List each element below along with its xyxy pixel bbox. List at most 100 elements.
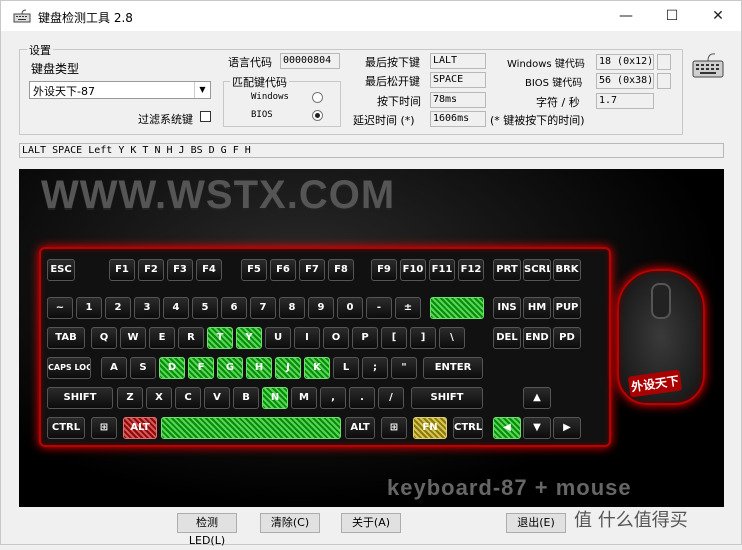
match-windows-radio[interactable] (312, 92, 323, 103)
key-f-11: F12 (458, 259, 484, 281)
minimize-button[interactable]: — (603, 1, 649, 31)
key-hm: HM (523, 297, 551, 319)
key-a-2: D (159, 357, 185, 379)
chevron-down-icon: ▼ (194, 82, 210, 98)
key-a-8: L (333, 357, 359, 379)
last-release-label: 最后松开键 (365, 75, 420, 88)
key-pd: PD (553, 327, 581, 349)
key-q-11: ] (410, 327, 436, 349)
windows-code-label: Windows 键代码 (507, 59, 585, 70)
key-q-0: Q (91, 327, 117, 349)
key-a-3: F (188, 357, 214, 379)
exit-button[interactable]: 退出(E) (506, 513, 566, 533)
filter-system-keys-checkbox[interactable] (200, 111, 211, 122)
key-q-5: Y (236, 327, 262, 349)
key-q-2: E (149, 327, 175, 349)
key-a-0: A (101, 357, 127, 379)
key-num-5: 5 (192, 297, 218, 319)
key-a-1: S (130, 357, 156, 379)
key-f-9: F10 (400, 259, 426, 281)
key-f-2: F3 (167, 259, 193, 281)
key-a-7: K (304, 357, 330, 379)
key-num-1: 1 (76, 297, 102, 319)
window-title: 键盘检测工具 2.8 (38, 11, 133, 25)
maximize-button[interactable]: ☐ (649, 1, 695, 31)
keyboard-type-value: 外设天下-87 (33, 85, 95, 98)
windows-code-indicator (657, 54, 671, 70)
key-num-3: 3 (134, 297, 160, 319)
about-button[interactable]: 关于(A) (341, 513, 401, 533)
key-f-5: F6 (270, 259, 296, 281)
key-num-11: - (366, 297, 392, 319)
key-space (161, 417, 341, 439)
match-windows-label: Windows (251, 92, 289, 102)
close-button[interactable]: ✕ (695, 1, 741, 31)
key-tab: TAB (47, 327, 85, 349)
keyboard-icon (692, 53, 724, 78)
cps-label: 字符 / 秒 (536, 96, 580, 109)
mouse-panel: 外设天下 (617, 269, 705, 405)
match-bios-radio[interactable] (312, 110, 323, 121)
key-num-12: ± (395, 297, 421, 319)
last-release-field: SPACE (430, 72, 486, 88)
keyboard-visualization: WWW.WSTX.COM keyboard-87 + mouse 外设天下 ES… (19, 169, 724, 507)
key-q-4: T (207, 327, 233, 349)
key-fn: FN (413, 417, 447, 439)
match-bios-label: BIOS (251, 110, 273, 120)
key-z-2: C (175, 387, 201, 409)
key-num-6: 6 (221, 297, 247, 319)
delay-field: 1606ms (430, 111, 486, 127)
mouse-wheel-icon (651, 283, 671, 319)
key-num-2: 2 (105, 297, 131, 319)
key-f-4: F5 (241, 259, 267, 281)
key-q-12: \ (439, 327, 465, 349)
brand-banner: WWW.WSTX.COM (41, 173, 396, 217)
key-a-4: G (217, 357, 243, 379)
key-q-1: W (120, 327, 146, 349)
key-del: DEL (493, 327, 521, 349)
key-scr: SCRL (523, 259, 551, 281)
filter-system-keys-label: 过滤系统键 (138, 113, 193, 126)
main-window: 键盘检测工具 2.8 — ☐ ✕ 设置 键盘类型 外设天下-87 ▼ 过滤系统键… (0, 0, 742, 547)
key-f-7: F8 (328, 259, 354, 281)
key-caps: CAPS LOCK (47, 357, 91, 379)
key-end: END (523, 327, 551, 349)
keyboard-type-select[interactable]: 外设天下-87 ▼ (29, 81, 211, 99)
key-esc: ESC (47, 259, 75, 281)
detect-led-button[interactable]: 检测LED(L) (177, 513, 237, 547)
bios-code-field: 56 (0x38) (596, 73, 654, 89)
key-f-3: F4 (196, 259, 222, 281)
key-num-10: 0 (337, 297, 363, 319)
key-alt: ALT (345, 417, 375, 439)
match-code-label: 匹配键代码 (230, 74, 289, 90)
key-ctrl: CTRL (47, 417, 85, 439)
delay-label: 延迟时间 (*) (353, 114, 415, 127)
key-a-9: ; (362, 357, 388, 379)
key-z-5: N (262, 387, 288, 409)
key-f-8: F9 (371, 259, 397, 281)
key-ins: INS (493, 297, 521, 319)
title-bar: 键盘检测工具 2.8 — ☐ ✕ (1, 1, 741, 31)
press-time-label: 按下时间 (377, 95, 421, 108)
key-up: ▲ (523, 387, 551, 409)
clear-button[interactable]: 清除(C) (260, 513, 320, 533)
key-q-8: O (323, 327, 349, 349)
key-num-4: 4 (163, 297, 189, 319)
model-banner: keyboard-87 + mouse (387, 475, 632, 500)
key-shift: SHIFT (47, 387, 113, 409)
last-press-field: LALT (430, 53, 486, 69)
key-enter: ENTER (423, 357, 483, 379)
cps-field: 1.7 (596, 93, 654, 109)
key-a-10: " (391, 357, 417, 379)
mouse-logo: 外设天下 (627, 369, 683, 398)
key-q-10: [ (381, 327, 407, 349)
key-f-1: F2 (138, 259, 164, 281)
key-f-10: F11 (429, 259, 455, 281)
key-q-9: P (352, 327, 378, 349)
key-right: ▶ (553, 417, 581, 439)
key-z-0: Z (117, 387, 143, 409)
key-z-9: / (378, 387, 404, 409)
bios-code-label: BIOS 键代码 (525, 78, 583, 89)
key-prt: PRT (493, 259, 521, 281)
key-z-7: , (320, 387, 346, 409)
